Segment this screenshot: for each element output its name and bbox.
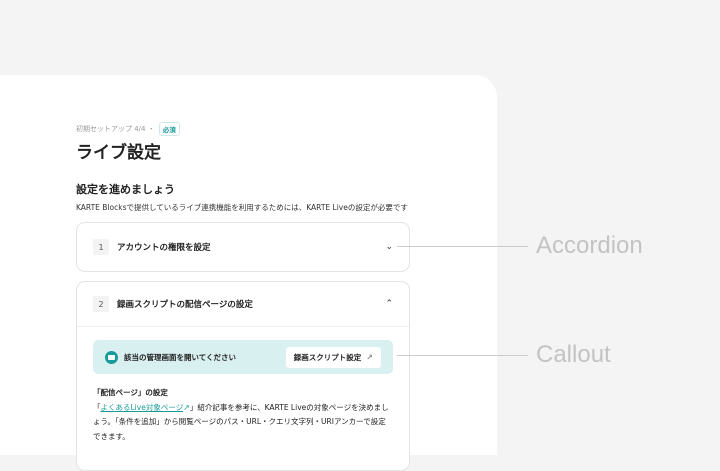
accordion-account-permissions[interactable]: 1 アカウントの権限を設定 ⌄ [76, 222, 410, 272]
callout-text: 該当の管理画面を開いてください [124, 352, 237, 362]
callout: 該当の管理画面を開いてください 録画スクリプト設定 ↗ [93, 340, 393, 374]
body-heading: 「配信ページ」の設定 [93, 388, 168, 397]
accordion-annotation-label: Accordion [536, 232, 643, 259]
step-number: 2 [93, 296, 109, 312]
breadcrumb: 初期セットアップ 4/4 ・ 必須 [76, 122, 180, 136]
page-title: ライブ設定 [76, 143, 161, 163]
breadcrumb-step: 初期セットアップ 4/4 ・ [76, 125, 155, 133]
accordion-header[interactable]: 1 アカウントの権限を設定 ⌄ [77, 223, 409, 271]
accordion-title: アカウントの権限を設定 [117, 243, 211, 253]
body-pre: 「 [93, 402, 101, 412]
window-icon [105, 350, 118, 364]
accordion-annotation-line [397, 246, 528, 247]
accordion-recording-script: 2 録画スクリプトの配信ページの設定 ⌃ 該当の管理画面を開いてください 録画ス… [76, 281, 410, 471]
external-link-icon: ↗ [366, 352, 373, 362]
recording-script-settings-button[interactable]: 録画スクリプト設定 ↗ [285, 346, 381, 368]
button-label: 録画スクリプト設定 [293, 352, 362, 362]
accordion-body: 「配信ページ」の設定 「よくあるLive対象ページ↗」紹介記事を参考に、KART… [77, 374, 409, 444]
callout-annotation-line [397, 355, 528, 356]
accordion-header[interactable]: 2 録画スクリプトの配信ページの設定 ⌃ [77, 282, 409, 327]
callout-annotation-label: Callout [536, 341, 611, 368]
external-link-icon: ↗ [183, 402, 190, 412]
faq-live-pages-link[interactable]: よくあるLive対象ページ [101, 403, 184, 412]
chevron-down-icon[interactable]: ⌄ [385, 242, 393, 252]
section-title: 設定を進めましょう [76, 183, 175, 196]
step-number: 1 [93, 239, 109, 255]
description: KARTE Blocksで提供しているライブ連携機能を利用するためには、KART… [76, 203, 408, 212]
accordion-title: 録画スクリプトの配信ページの設定 [117, 300, 253, 310]
chevron-up-icon[interactable]: ⌃ [385, 299, 393, 309]
required-badge: 必須 [158, 122, 180, 136]
